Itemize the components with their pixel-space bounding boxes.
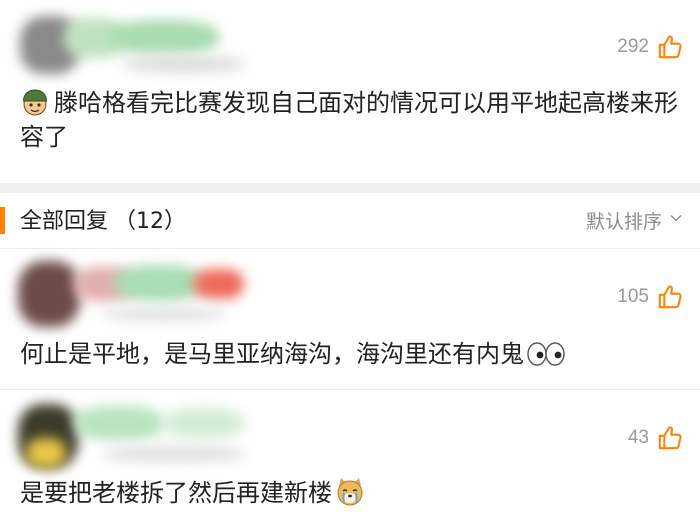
blurred-user-header: [14, 253, 254, 331]
blurred-user-header: [14, 394, 264, 474]
eyes-emoji-icon: [527, 342, 565, 366]
main-comment-likes[interactable]: 292: [617, 33, 684, 60]
blurred-user-header: [14, 6, 249, 80]
accent-bar: [0, 207, 5, 234]
like-count: 292: [617, 35, 649, 57]
reply-item: 105 何止是平地，是马里亚纳海沟，海沟里还有内鬼: [0, 249, 700, 389]
replies-title: 全部回复 （12）: [20, 209, 187, 234]
replies-header: 全部回复 （12） 默认排序: [0, 193, 700, 249]
reply-likes[interactable]: 105: [617, 283, 684, 310]
like-count: 105: [617, 285, 649, 307]
thumbs-up-icon[interactable]: [657, 424, 684, 451]
reply-item: 43 是要把老楼拆了然后再建新楼: [0, 390, 700, 525]
reply-likes[interactable]: 43: [628, 424, 684, 451]
thumbs-up-icon[interactable]: [657, 283, 684, 310]
reply-text: 何止是平地，是马里亚纳海沟，海沟里还有内鬼: [20, 337, 680, 371]
comment-thread: 292 滕哈格看完比赛发现自己面对的情况可以用平地起高楼来形容了 全部回复 （12…: [0, 0, 700, 525]
replies-count: （12）: [114, 209, 187, 234]
main-comment-text: 滕哈格看完比赛发现自己面对的情况可以用平地起高楼来形容了: [20, 89, 678, 151]
section-divider: [0, 183, 700, 193]
main-comment: 292 滕哈格看完比赛发现自己面对的情况可以用平地起高楼来形容了: [0, 0, 700, 183]
soldier-emoji-icon: [22, 89, 48, 116]
thumbs-up-icon[interactable]: [657, 33, 684, 60]
crying-dog-emoji-icon: [337, 478, 363, 506]
like-count: 43: [627, 426, 649, 448]
sort-button[interactable]: 默认排序: [586, 207, 662, 234]
reply-text: 是要把老楼拆了然后再建新楼: [20, 476, 680, 510]
chevron-down-icon[interactable]: [670, 212, 682, 224]
